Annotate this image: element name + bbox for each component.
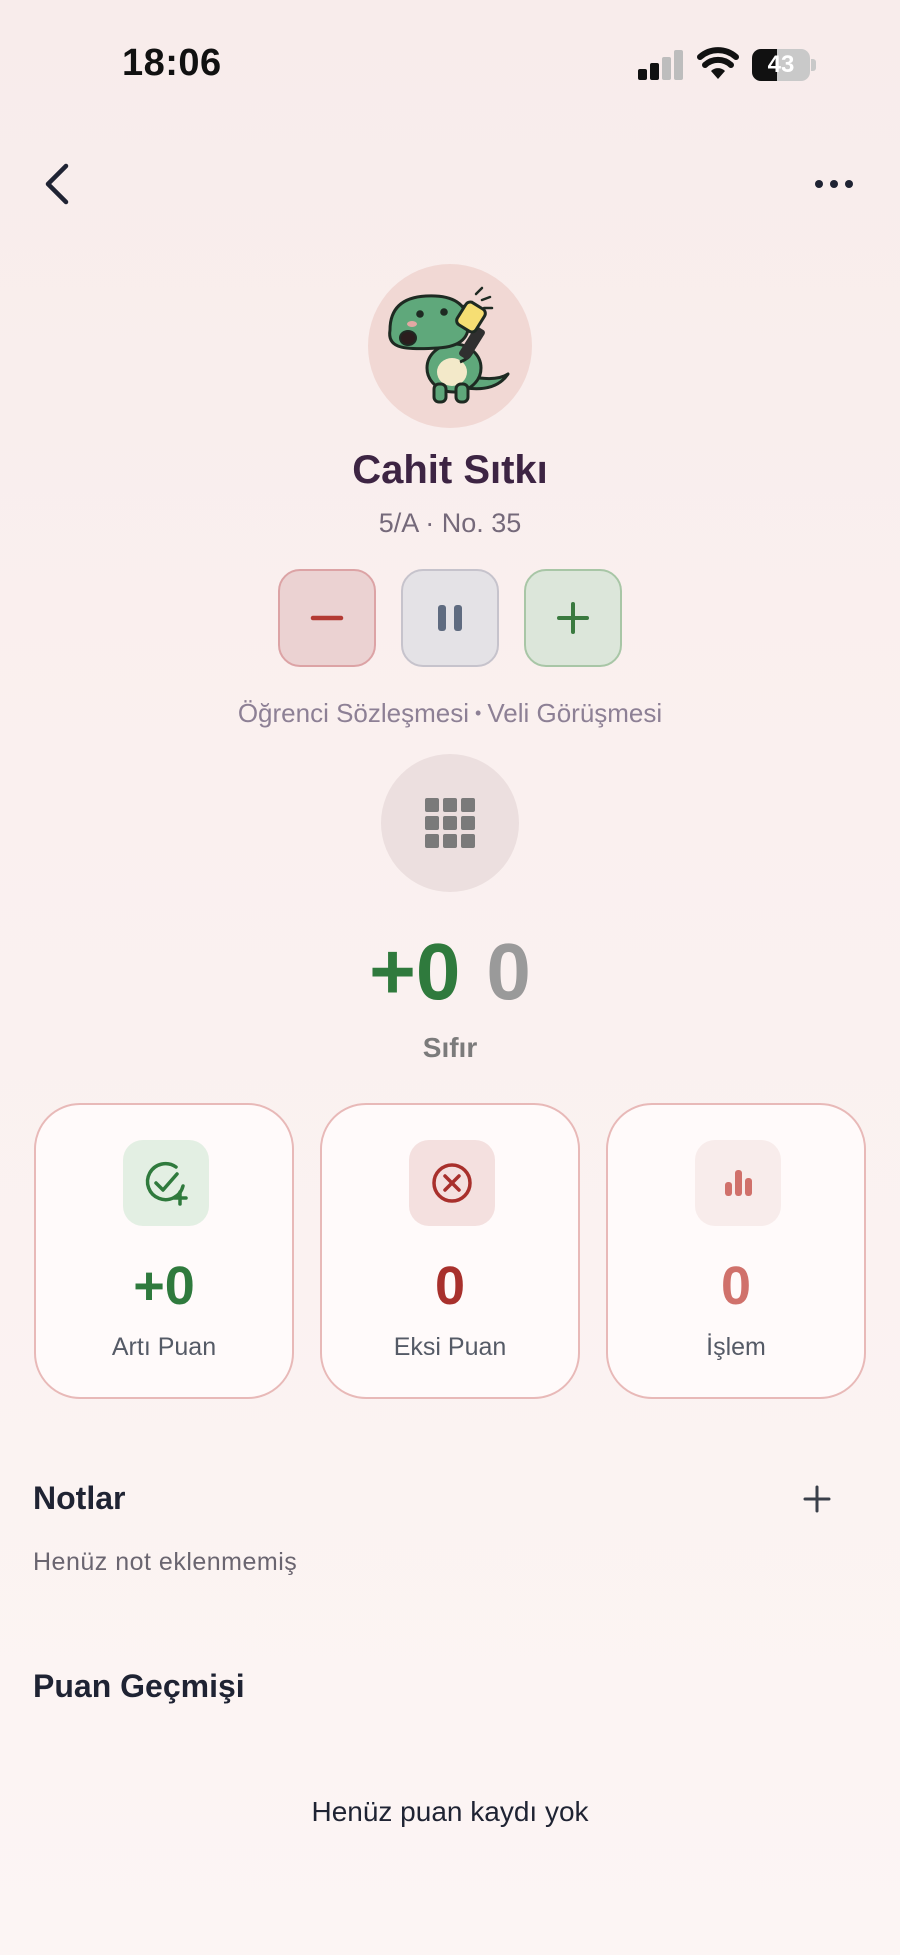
add-note-button[interactable]: [796, 1478, 838, 1520]
minus-points-label: Eksi Puan: [393, 1333, 507, 1361]
history-title: Puan Geçmişi: [33, 1668, 245, 1704]
plus-icon: [803, 1485, 831, 1513]
stat-card-plus-points[interactable]: +0 Artı Puan: [34, 1103, 294, 1399]
score-total: 0: [486, 927, 531, 1016]
cellular-signal-icon: [638, 50, 684, 80]
minus-points-value: 0: [434, 1256, 466, 1316]
history-empty-state: Henüz puan kaydı yok: [311, 1796, 589, 1827]
tag-parent-meeting[interactable]: Veli Görüşmesi: [487, 698, 662, 728]
plus-points-value: +0: [133, 1256, 195, 1316]
notes-empty-state: Henüz not eklenmemiş: [33, 1548, 298, 1576]
back-button[interactable]: [36, 158, 84, 210]
more-horizontal-icon: [815, 180, 853, 188]
student-name: Cahit Sıtkı: [352, 448, 548, 492]
stat-card-transactions[interactable]: 0 İşlem: [606, 1103, 866, 1399]
pause-button[interactable]: [401, 569, 499, 667]
transactions-value: 0: [720, 1256, 752, 1316]
plus-points-label: Artı Puan: [111, 1333, 217, 1361]
grid-icon: [425, 798, 475, 848]
x-circle-icon: [409, 1140, 495, 1226]
tag-list: Öğrenci Sözleşmesi • Veli Görüşmesi: [0, 698, 900, 729]
check-circle-plus-icon: [123, 1140, 209, 1226]
more-options-button[interactable]: [806, 168, 862, 200]
add-point-button[interactable]: [524, 569, 622, 667]
bar-chart-icon: [695, 1140, 781, 1226]
notes-title: Notlar: [33, 1480, 126, 1516]
student-class-number: 5/A · No. 35: [378, 508, 522, 538]
pause-icon: [438, 605, 462, 631]
chevron-left-icon: [45, 163, 69, 205]
avatar[interactable]: [368, 264, 532, 428]
score-label: Sıfır: [422, 1032, 478, 1063]
score-summary: +0 0: [0, 928, 900, 1016]
tag-separator: •: [475, 703, 482, 723]
stat-card-minus-points[interactable]: 0 Eksi Puan: [320, 1103, 580, 1399]
plus-icon: [557, 602, 589, 634]
subtract-point-button[interactable]: [278, 569, 376, 667]
dinosaur-avatar-icon: [388, 286, 510, 404]
status-time: 18:06: [122, 42, 222, 84]
transactions-label: İşlem: [706, 1333, 766, 1361]
minus-icon: [310, 615, 344, 621]
battery-icon: 43: [752, 49, 816, 81]
score-plus: +0: [369, 927, 461, 1016]
status-bar: 18:06 43: [0, 0, 900, 130]
wifi-icon: [697, 46, 739, 80]
grid-menu-button[interactable]: [381, 754, 519, 892]
tag-student-contract[interactable]: Öğrenci Sözleşmesi: [238, 698, 469, 728]
battery-level: 43: [767, 51, 795, 78]
